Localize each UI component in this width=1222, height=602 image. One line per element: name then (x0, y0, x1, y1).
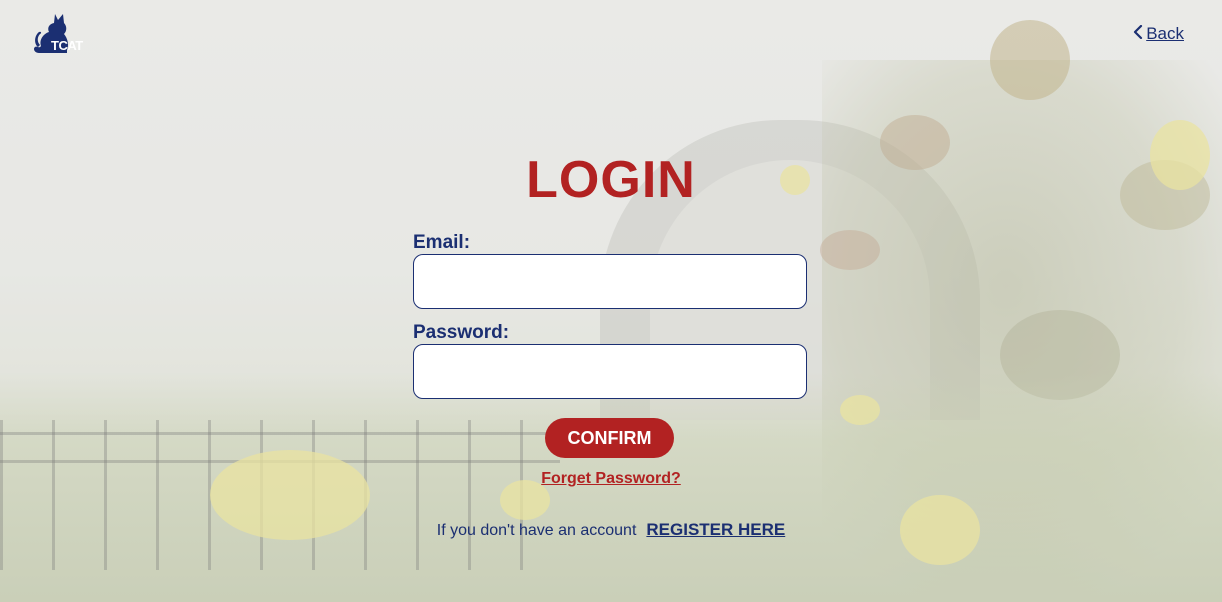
register-row: If you don't have an account REGISTER HER… (0, 520, 1222, 540)
chevron-left-icon (1133, 24, 1143, 44)
no-account-text: If you don't have an account (436, 522, 637, 539)
forgot-password-link[interactable]: Forget Password? (541, 470, 681, 487)
forgot-password-row: Forget Password? (0, 470, 1222, 488)
email-label: Email: (413, 232, 471, 253)
logo[interactable]: TCAT (33, 12, 89, 56)
logo-text: TCAT (51, 38, 83, 53)
register-link[interactable]: REGISTER HERE (646, 520, 785, 539)
confirm-button[interactable]: CONFIRM (545, 418, 674, 458)
back-link[interactable]: Back (1133, 24, 1184, 44)
back-label: Back (1146, 24, 1184, 43)
email-field[interactable] (413, 254, 807, 309)
password-field[interactable] (413, 344, 807, 399)
password-label: Password: (413, 322, 510, 343)
page-title: LOGIN (526, 151, 696, 209)
